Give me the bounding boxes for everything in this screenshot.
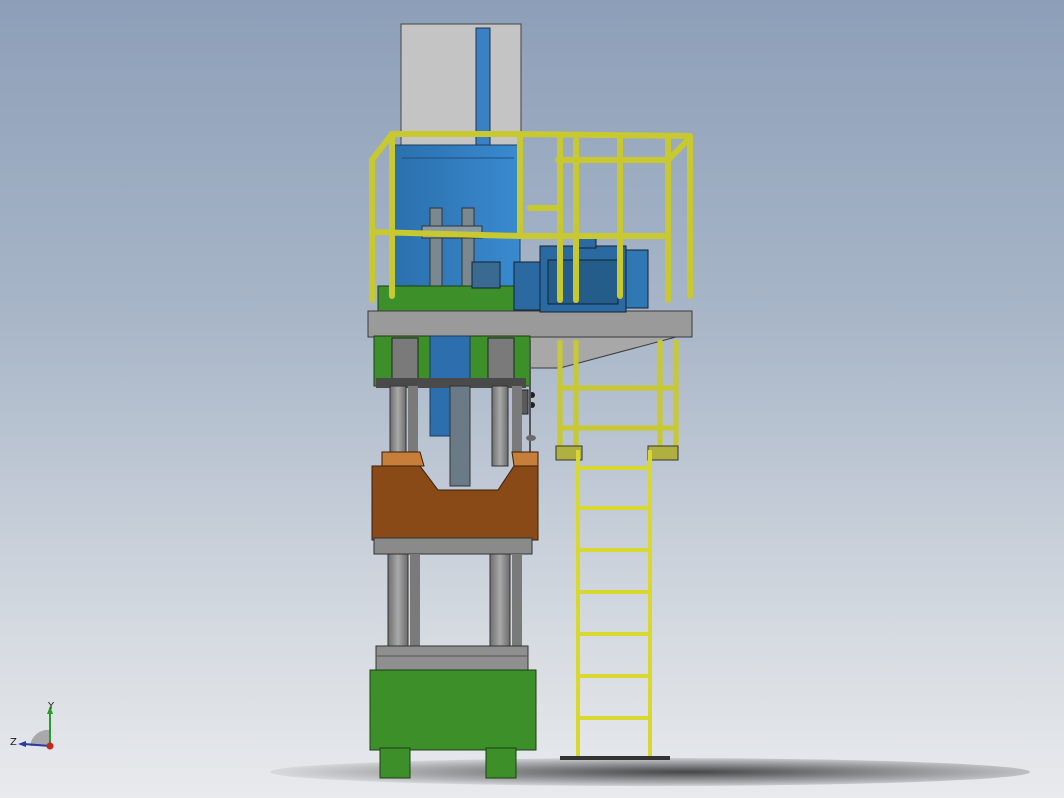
press-model[interactable]: [367, 23, 693, 779]
bolster-plate: [375, 645, 529, 671]
base-foot-left: [379, 747, 411, 779]
3d-viewport[interactable]: [0, 0, 1064, 798]
access-ladder[interactable]: [576, 450, 652, 760]
top-cover-box: [400, 23, 522, 146]
coordinate-triad-icon: Y Z: [10, 701, 55, 750]
base-frame: [369, 669, 537, 751]
column-front-right-upper: [491, 385, 509, 467]
triad-z-label: Z: [10, 737, 17, 748]
platform-deck: [367, 310, 693, 338]
triad-y-label: Y: [47, 701, 55, 712]
platform-bracket: [529, 336, 677, 369]
base-foot-right: [485, 747, 517, 779]
ladder-cage: [557, 340, 679, 448]
